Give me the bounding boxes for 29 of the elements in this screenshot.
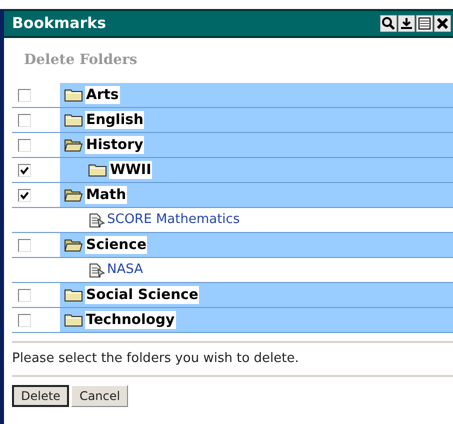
folder-name[interactable]: Technology	[85, 311, 176, 329]
download-icon[interactable]	[398, 15, 415, 32]
checkbox[interactable]	[18, 188, 31, 202]
checkbox[interactable]	[18, 288, 31, 302]
folder-name[interactable]: History	[85, 136, 144, 154]
folder-name[interactable]: Math	[85, 186, 128, 204]
close-icon[interactable]	[434, 15, 451, 32]
folder-name[interactable]: English	[85, 111, 144, 129]
checkbox[interactable]	[18, 314, 31, 326]
folder-name[interactable]: Arts	[85, 86, 120, 104]
bookmark-page-icon	[88, 262, 105, 278]
list-icon[interactable]	[416, 15, 433, 32]
window-title: Bookmarks	[12, 13, 106, 34]
bookmark-link[interactable]: NASA	[107, 260, 144, 280]
folder-name[interactable]: Science	[85, 236, 148, 254]
section-heading: Delete Folders	[23, 51, 138, 70]
bookmark-page-icon	[88, 212, 105, 228]
checkbox[interactable]	[18, 114, 31, 126]
folder-name[interactable]: Social Science	[85, 286, 200, 304]
instruction-text: Please select the folders you wish to delete.	[12, 350, 300, 368]
checkbox[interactable]	[18, 164, 31, 176]
search-icon[interactable]	[380, 15, 397, 32]
action-button[interactable]: Cancel	[71, 384, 128, 406]
action-button[interactable]: Delete	[12, 384, 70, 406]
checkbox[interactable]	[18, 138, 31, 152]
checkbox[interactable]	[18, 238, 31, 252]
bookmark-link[interactable]: SCORE Mathematics	[107, 210, 240, 230]
folder-name[interactable]: WWII	[109, 161, 152, 179]
checkbox[interactable]	[18, 88, 31, 102]
